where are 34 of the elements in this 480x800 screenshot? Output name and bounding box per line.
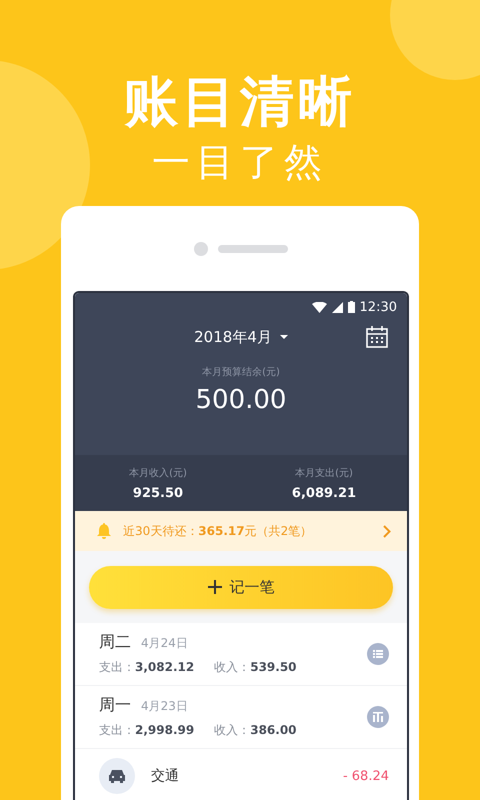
income-text: 收入：539.50 — [214, 659, 297, 676]
speaker-slot — [218, 244, 288, 252]
expense-text: 支出：2,998.99 — [99, 722, 194, 739]
plus-icon — [208, 580, 222, 594]
amount-text: - 68.24 — [342, 768, 389, 784]
status-time: 12:30 — [360, 300, 397, 314]
caret-icon — [280, 335, 288, 339]
subheadline: 一目了然 — [152, 139, 328, 186]
summary-value: 6,089.21 — [292, 486, 356, 500]
date-label: 4月23日 — [141, 698, 188, 715]
car-icon — [99, 758, 135, 794]
expense-text: 支出：3,082.12 — [99, 659, 194, 676]
income-text: 收入：386.00 — [214, 722, 297, 739]
category-label: 交通 — [151, 767, 180, 785]
weekday-label: 周一 — [99, 695, 131, 716]
budget-label: 本月预算结余(元) — [202, 366, 280, 379]
list-icon[interactable] — [367, 643, 389, 665]
summary-value: 925.50 — [132, 486, 184, 500]
headline: 账目清晰 — [124, 70, 356, 134]
chevron-right-icon[interactable] — [383, 524, 391, 538]
bar-chart-icon[interactable] — [367, 706, 389, 728]
signal-icon — [332, 302, 343, 312]
camera-dot — [194, 242, 208, 256]
wifi-icon — [312, 302, 327, 312]
budget-amount: 500.00 — [196, 385, 286, 415]
summary-label: 本月支出(元) — [295, 466, 353, 480]
battery-icon — [348, 301, 355, 313]
bell-icon — [97, 523, 111, 539]
calendar-icon[interactable] — [365, 325, 389, 349]
add-record-button[interactable]: 记一笔 — [89, 566, 393, 608]
weekday-label: 周二 — [99, 632, 131, 653]
date-label: 4月24日 — [141, 635, 188, 652]
month-selector[interactable]: 2018年4月 — [194, 328, 288, 346]
summary-label: 本月收入(元) — [129, 466, 187, 480]
